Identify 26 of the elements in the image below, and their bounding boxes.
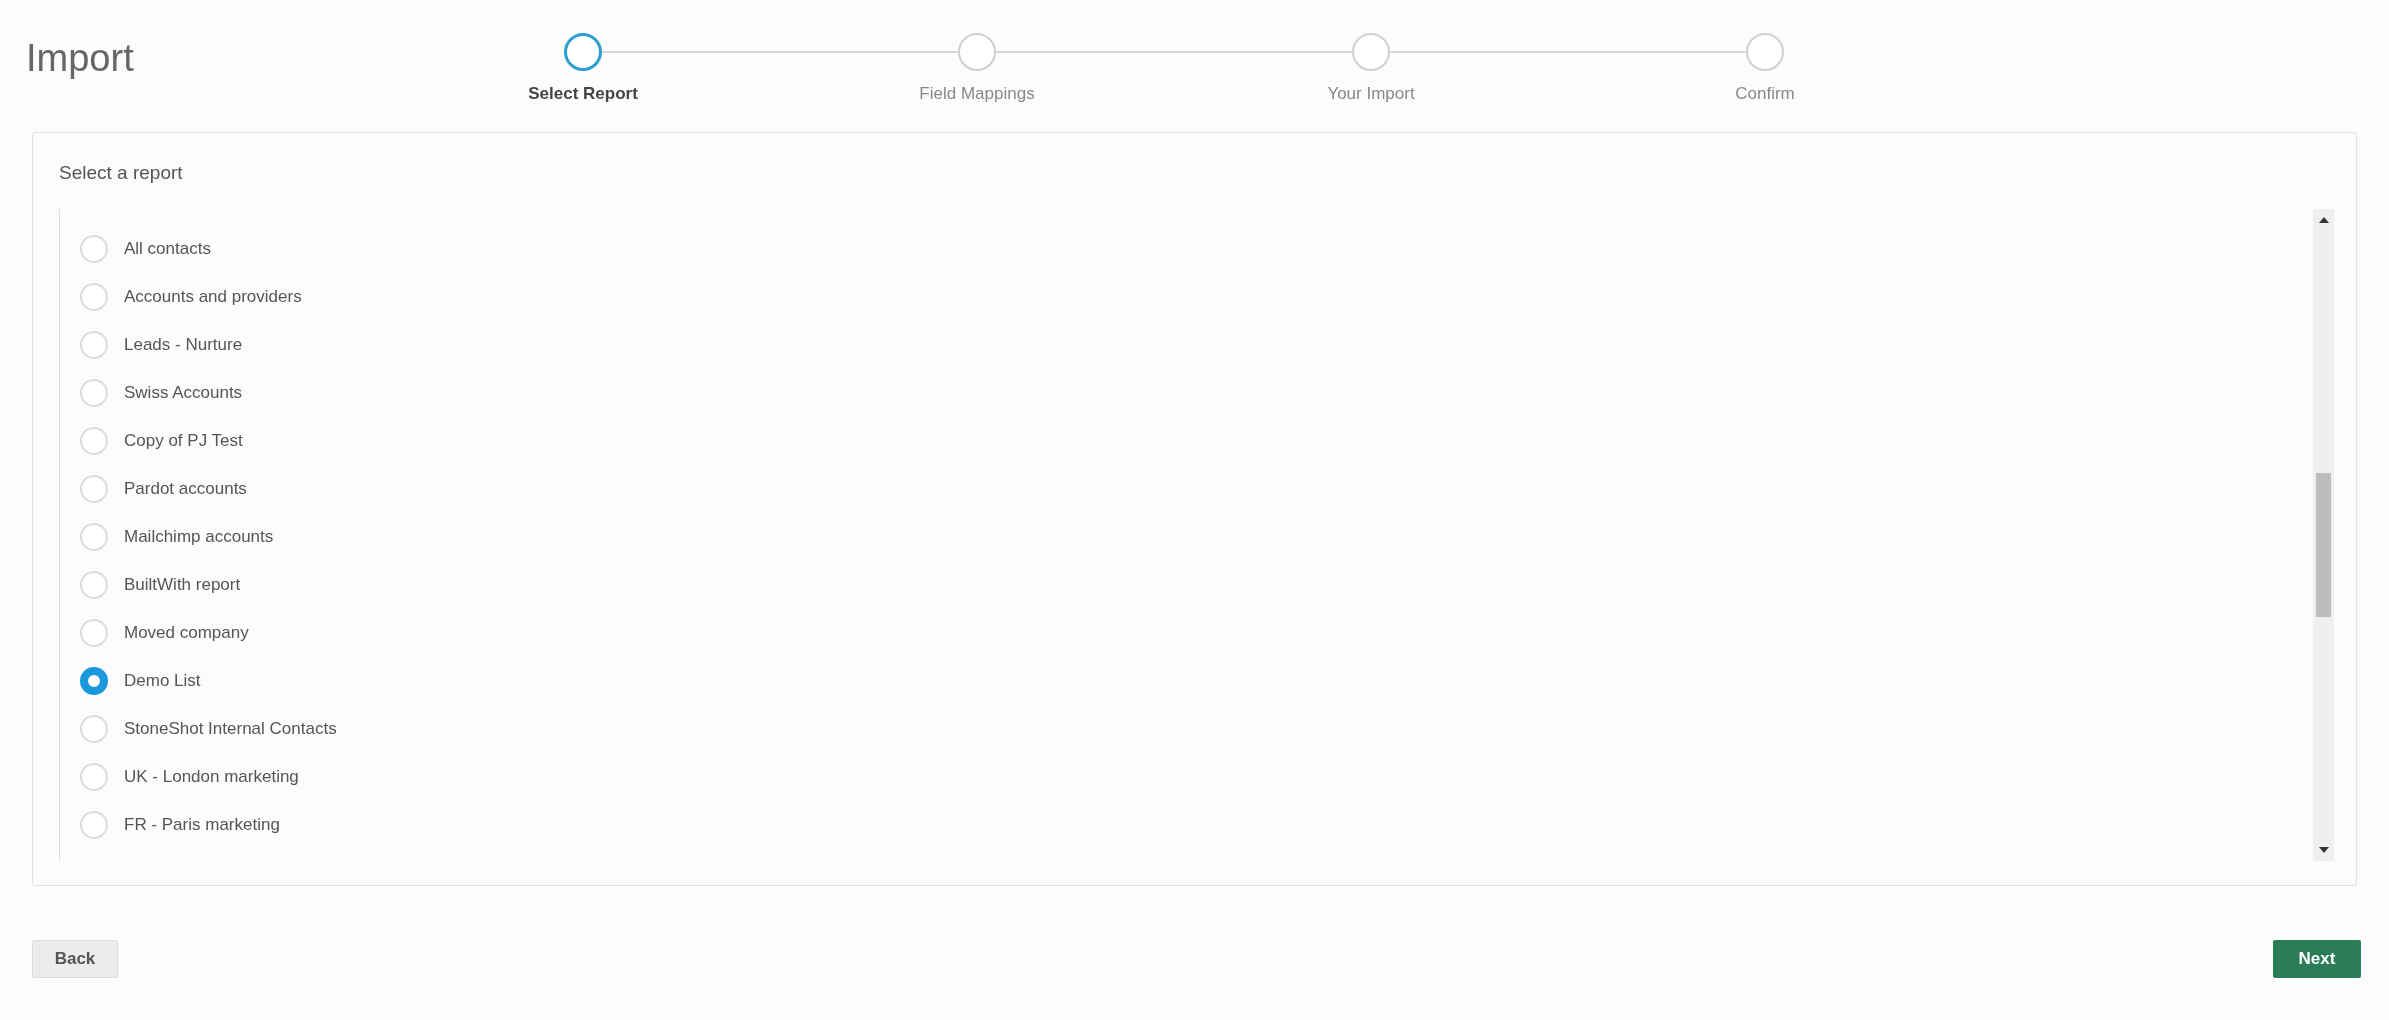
- report-option[interactable]: FR - Paris marketing: [124, 812, 280, 838]
- scroll-up-icon[interactable]: [2318, 217, 2329, 223]
- next-button[interactable]: Next: [2273, 940, 2361, 978]
- back-button[interactable]: Back: [32, 940, 118, 978]
- report-option[interactable]: Pardot accounts: [124, 476, 247, 502]
- report-option[interactable]: Mailchimp accounts: [124, 524, 274, 550]
- step-label: Field Mappings: [919, 83, 1035, 105]
- scrollbar[interactable]: [2313, 209, 2334, 861]
- step-label: Confirm: [1735, 83, 1795, 105]
- page-title: Import: [26, 37, 134, 79]
- step-label: Select Report: [528, 83, 638, 105]
- step-label: Your Import: [1327, 83, 1415, 105]
- report-option[interactable]: StoneShot Internal Contacts: [124, 716, 337, 742]
- report-option[interactable]: All contacts: [124, 236, 211, 262]
- report-option[interactable]: Leads - Nurture: [124, 332, 243, 358]
- report-option[interactable]: Moved company: [124, 620, 249, 646]
- report-option[interactable]: UK - London marketing: [124, 764, 299, 790]
- report-option[interactable]: Demo List: [124, 668, 201, 694]
- scrollbar-thumb[interactable]: [2316, 473, 2331, 617]
- report-option[interactable]: Accounts and providers: [124, 284, 302, 310]
- radio-button[interactable]: [80, 667, 108, 695]
- report-option[interactable]: BuiltWith report: [124, 572, 241, 598]
- scroll-down-icon[interactable]: [2318, 847, 2329, 853]
- report-option[interactable]: Swiss Accounts: [124, 380, 243, 406]
- report-option[interactable]: Copy of PJ Test: [124, 428, 243, 454]
- panel-heading: Select a report: [59, 162, 183, 183]
